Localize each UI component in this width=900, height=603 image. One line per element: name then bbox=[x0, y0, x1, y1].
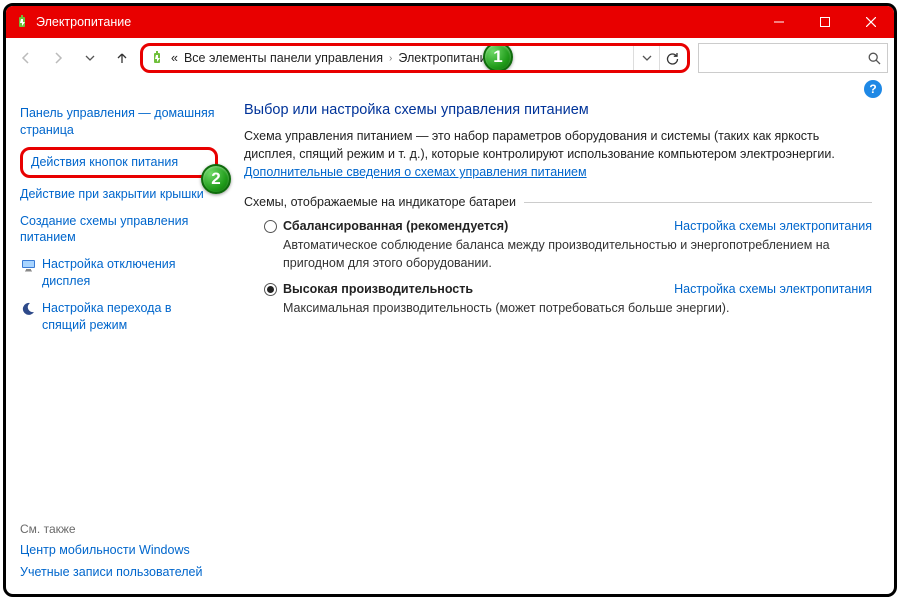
sidebar-home-link[interactable]: Панель управления — домашняя страница bbox=[20, 105, 218, 139]
sidebar-power-buttons-link[interactable]: Действия кнопок питания bbox=[31, 154, 207, 171]
titlebar: Электропитание bbox=[6, 6, 894, 38]
breadcrumb-prefix: « bbox=[171, 51, 178, 65]
plan-description: Максимальная производительность (может п… bbox=[283, 300, 872, 318]
address-bar[interactable]: « Все элементы панели управления › Элект… bbox=[145, 50, 633, 66]
plans-group-label: Схемы, отображаемые на индикаторе батаре… bbox=[244, 195, 872, 209]
app-icon bbox=[14, 14, 30, 30]
sidebar-sleep-config-link[interactable]: Настройка перехода в спящий режим bbox=[42, 300, 218, 334]
sidebar-power-buttons-highlight: Действия кнопок питания 2 bbox=[20, 147, 218, 178]
nav-row: « Все элементы панели управления › Элект… bbox=[6, 38, 894, 78]
search-box[interactable] bbox=[698, 43, 888, 73]
sidebar-lid-action-link[interactable]: Действие при закрытии крышки bbox=[20, 186, 218, 203]
plan-settings-link[interactable]: Настройка схемы электропитания bbox=[674, 282, 872, 296]
window-title: Электропитание bbox=[36, 15, 131, 29]
plan-settings-link[interactable]: Настройка схемы электропитания bbox=[674, 219, 872, 233]
sidebar: Панель управления — домашняя страница Де… bbox=[6, 98, 226, 594]
sidebar-create-plan-link[interactable]: Создание схемы управления питанием bbox=[20, 213, 218, 247]
page-description: Схема управления питанием — это набор па… bbox=[244, 128, 872, 163]
search-input[interactable] bbox=[705, 51, 868, 65]
sidebar-user-accounts-link[interactable]: Учетные записи пользователей bbox=[20, 564, 218, 581]
more-info-link[interactable]: Дополнительные сведения о схемах управле… bbox=[244, 165, 587, 179]
address-bar-highlight: « Все элементы панели управления › Элект… bbox=[140, 43, 690, 73]
power-icon bbox=[149, 50, 165, 66]
plan-name[interactable]: Сбалансированная (рекомендуется) bbox=[283, 219, 508, 233]
power-plan-high-performance: Высокая производительность Настройка схе… bbox=[264, 282, 872, 318]
sidebar-display-off-link[interactable]: Настройка отключения дисплея bbox=[42, 256, 218, 290]
nav-up-button[interactable] bbox=[108, 44, 136, 72]
see-also-header: См. также bbox=[20, 522, 218, 536]
monitor-icon bbox=[20, 257, 36, 273]
moon-icon bbox=[20, 301, 36, 317]
sidebar-mobility-center-link[interactable]: Центр мобильности Windows bbox=[20, 542, 218, 559]
breadcrumb-item[interactable]: Электропитание bbox=[398, 51, 493, 65]
radio-high-performance[interactable] bbox=[264, 283, 277, 296]
radio-balanced[interactable] bbox=[264, 220, 277, 233]
annotation-badge-2: 2 bbox=[201, 164, 231, 194]
chevron-right-icon[interactable]: › bbox=[389, 53, 392, 64]
search-icon[interactable] bbox=[868, 52, 881, 65]
nav-recent-button[interactable] bbox=[76, 44, 104, 72]
breadcrumb-item[interactable]: Все элементы панели управления bbox=[184, 51, 383, 65]
close-button[interactable] bbox=[848, 6, 894, 38]
nav-back-button bbox=[12, 44, 40, 72]
page-heading: Выбор или настройка схемы управления пит… bbox=[244, 102, 872, 118]
nav-forward-button bbox=[44, 44, 72, 72]
maximize-button[interactable] bbox=[802, 6, 848, 38]
plan-name[interactable]: Высокая производительность bbox=[283, 282, 473, 296]
address-history-button[interactable] bbox=[633, 45, 659, 71]
annotation-badge-1: 1 bbox=[483, 43, 513, 72]
divider bbox=[524, 202, 872, 203]
help-icon[interactable]: ? bbox=[864, 80, 882, 98]
power-plan-balanced: Сбалансированная (рекомендуется) Настрой… bbox=[264, 219, 872, 272]
minimize-button[interactable] bbox=[756, 6, 802, 38]
main-content: Выбор или настройка схемы управления пит… bbox=[226, 98, 894, 594]
plan-description: Автоматическое соблюдение баланса между … bbox=[283, 237, 872, 272]
refresh-button[interactable] bbox=[659, 45, 685, 71]
